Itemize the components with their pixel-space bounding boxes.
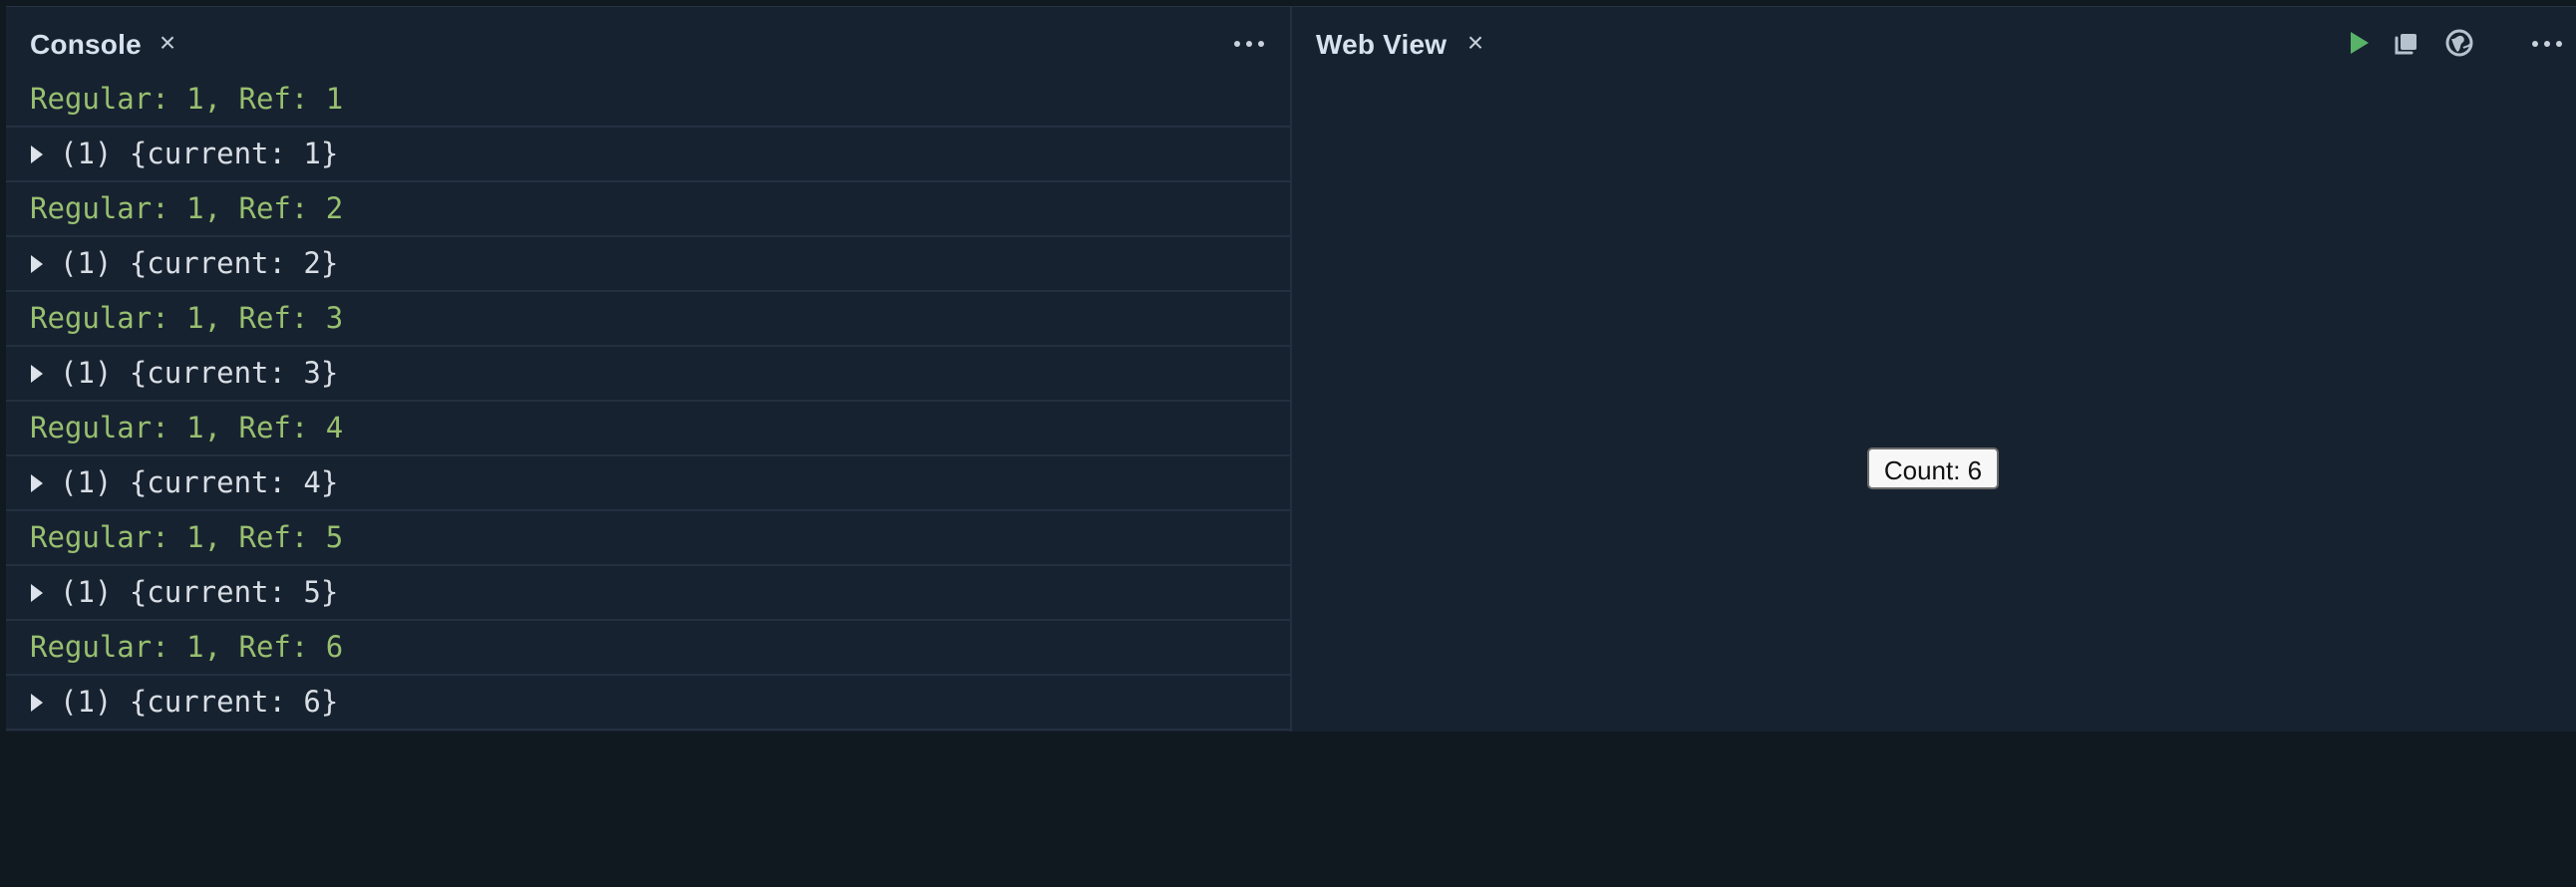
console-log-row: Regular: 1, Ref: 3 [6, 292, 1290, 347]
console-log-text: Regular: 1, Ref: 4 [30, 411, 344, 444]
console-tab-header: Console × [6, 7, 1290, 73]
play-icon[interactable] [2341, 26, 2375, 60]
console-object-text: (1) {current: 5} [60, 575, 339, 609]
console-output: Regular: 1, Ref: 1 (1) {current: 1} Regu… [6, 73, 1290, 731]
web-view-tab-title[interactable]: Web View [1316, 29, 1447, 61]
play-icon-svg [2351, 32, 2369, 54]
web-view-content: Count: 6 [1292, 73, 2576, 732]
console-panel: Console × Regular: 1, Ref: 1 (1) {curren… [6, 7, 1292, 732]
popout-icon[interactable] [2389, 26, 2422, 60]
globe-icon[interactable] [2442, 26, 2476, 60]
console-object-text: (1) {current: 2} [60, 246, 339, 280]
console-object-row[interactable]: (1) {current: 6} [6, 676, 1290, 731]
expand-arrow-icon[interactable] [31, 694, 43, 712]
expand-arrow-icon[interactable] [31, 255, 43, 273]
globe-icon-svg [2445, 29, 2473, 57]
dot-icon [1246, 41, 1252, 47]
console-log-row: Regular: 1, Ref: 2 [6, 182, 1290, 237]
close-icon[interactable]: × [156, 29, 179, 57]
console-object-row[interactable]: (1) {current: 3} [6, 347, 1290, 402]
close-icon[interactable]: × [1463, 29, 1487, 57]
console-tab-title[interactable]: Console [30, 29, 142, 61]
console-object-row[interactable]: (1) {current: 1} [6, 128, 1290, 182]
developer-tools-window: Console × Regular: 1, Ref: 1 (1) {curren… [6, 6, 2576, 732]
count-button[interactable]: Count: 6 [1867, 447, 1999, 489]
dot-icon [1234, 41, 1240, 47]
web-view-panel: Web View × Count: 6 [1292, 7, 2576, 732]
dot-icon [2544, 41, 2550, 47]
console-log-text: Regular: 1, Ref: 5 [30, 520, 344, 554]
console-log-row: Regular: 1, Ref: 6 [6, 621, 1290, 676]
console-object-row[interactable]: (1) {current: 2} [6, 237, 1290, 292]
expand-arrow-icon[interactable] [31, 584, 43, 602]
expand-arrow-icon[interactable] [31, 365, 43, 383]
dot-icon [2532, 41, 2538, 47]
web-view-tab-header: Web View × [1292, 7, 2576, 73]
console-object-text: (1) {current: 4} [60, 465, 339, 499]
console-object-text: (1) {current: 6} [60, 685, 339, 719]
console-log-text: Regular: 1, Ref: 6 [30, 630, 344, 664]
expand-arrow-icon[interactable] [31, 146, 43, 163]
console-log-row: Regular: 1, Ref: 5 [6, 511, 1290, 566]
more-horizontal-icon[interactable] [2530, 30, 2566, 58]
console-object-row[interactable]: (1) {current: 5} [6, 566, 1290, 621]
console-object-text: (1) {current: 3} [60, 356, 339, 390]
console-log-text: Regular: 1, Ref: 2 [30, 191, 344, 225]
console-log-row: Regular: 1, Ref: 1 [6, 73, 1290, 128]
dot-icon [2556, 41, 2562, 47]
console-object-text: (1) {current: 1} [60, 137, 339, 170]
console-log-row: Regular: 1, Ref: 4 [6, 402, 1290, 456]
console-log-text: Regular: 1, Ref: 3 [30, 301, 344, 335]
console-log-text: Regular: 1, Ref: 1 [30, 82, 344, 116]
expand-arrow-icon[interactable] [31, 474, 43, 492]
dot-icon [1258, 41, 1264, 47]
console-object-row[interactable]: (1) {current: 4} [6, 456, 1290, 511]
popout-icon-svg [2395, 34, 2416, 55]
more-horizontal-icon[interactable] [1232, 30, 1268, 58]
